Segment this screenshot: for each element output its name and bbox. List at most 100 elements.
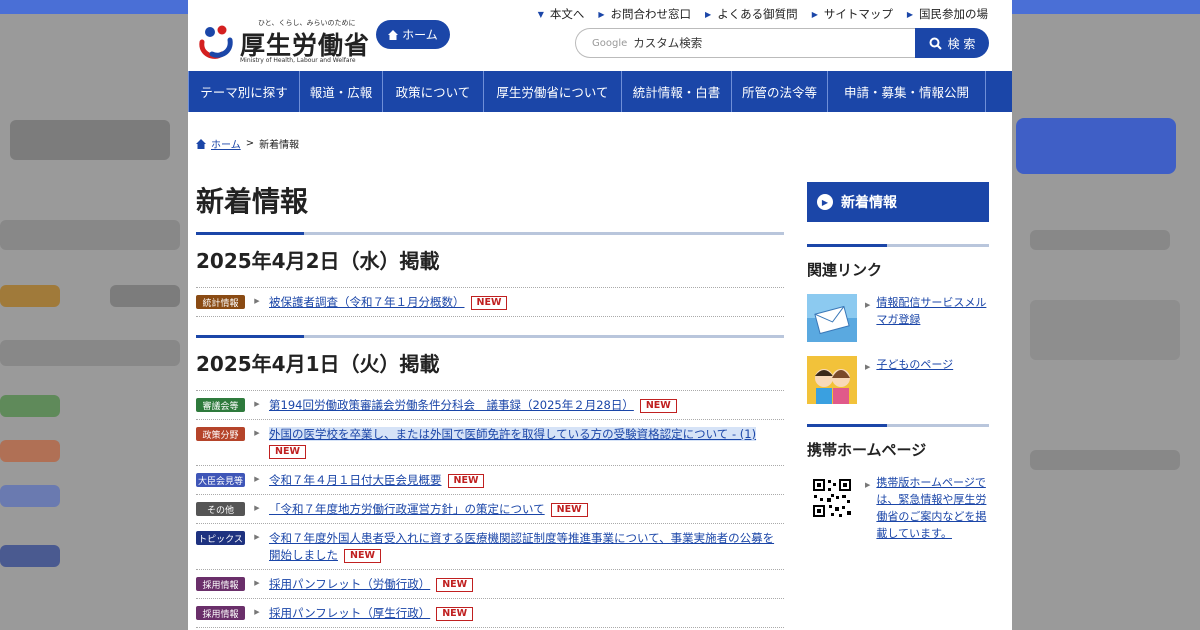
triangle-right-icon: ▶ — [254, 400, 260, 408]
utility-link-sitemap[interactable]: ▶ サイトマップ — [812, 6, 893, 22]
triangle-right-icon: ▶ — [865, 363, 871, 371]
category-badge: トピックス — [196, 531, 245, 545]
news-item: 審議会等 ▶ 第194回労働政策審議会労働条件分科会 議事録（2025年２月28… — [196, 391, 784, 420]
breadcrumb: ホーム > 新着情報 — [196, 136, 299, 151]
search-input-value: カスタム検索 — [633, 36, 703, 50]
mobile-site-text[interactable]: 携帯版ホームページでは、緊急情報や厚生労働省のご案内などを掲載しています。 — [876, 474, 989, 542]
sidebar-current-section[interactable]: ▶ 新着情報 — [807, 182, 989, 222]
triangle-right-icon: ▶ — [865, 481, 871, 489]
news-link[interactable]: 第194回労働政策審議会労働条件分科会 議事録（2025年２月28日） — [269, 398, 634, 412]
page: ひと、くらし、みらいのために 厚生労働省 Ministry of Health,… — [188, 0, 1012, 630]
category-badge: 採用情報 — [196, 606, 245, 620]
triangle-right-icon: ▶ — [811, 9, 818, 19]
search-button-label: 検 索 — [947, 36, 976, 51]
triangle-right-icon: ▶ — [254, 533, 260, 541]
related-link-kids: ▶ 子どものページ — [807, 356, 989, 404]
house-icon — [388, 29, 399, 40]
triangle-right-icon: ▶ — [705, 9, 712, 19]
nav-item-press[interactable]: 報道・広報 — [300, 71, 383, 112]
search-input[interactable]: Google カスタム検索 — [575, 28, 915, 58]
news-item: 政策分野 ▶ 外国の医学校を卒業し、または外国で医師免許を取得している方の受験資… — [196, 420, 784, 466]
nav-item-themes[interactable]: テーマ別に探す — [188, 71, 300, 112]
mobile-site-link: ▶ 携帯版ホームページでは、緊急情報や厚生労働省のご案内などを掲載しています。 — [807, 474, 989, 542]
news-link[interactable]: 「令和７年度地方労働行政運営方針」の策定について — [269, 502, 545, 516]
new-badge: NEW — [436, 607, 474, 621]
nav-item-laws[interactable]: 所管の法令等 — [732, 71, 828, 112]
triangle-right-icon: ▶ — [254, 297, 260, 305]
news-item: その他 ▶ 「令和７年度地方労働行政運営方針」の策定について NEW — [196, 495, 784, 524]
new-badge: NEW — [269, 445, 306, 459]
news-list: 審議会等 ▶ 第194回労働政策審議会労働条件分科会 議事録（2025年２月28… — [196, 390, 784, 628]
related-links-heading: 関連リンク — [807, 244, 989, 280]
nav-item-applications[interactable]: 申請・募集・情報公開 — [828, 71, 986, 112]
triangle-right-icon: ▶ — [906, 9, 913, 19]
page-title: 新着情報 — [196, 185, 309, 218]
triangle-right-icon: ▶ — [598, 9, 605, 19]
triangle-right-icon: ▶ — [865, 301, 871, 309]
nav-item-policy[interactable]: 政策について — [383, 71, 484, 112]
utility-links: ▼ 本文へ ▶ お問合わせ窓口 ▶ よくある御質問 ▶ サイトマップ ▶ 国民参加の場 — [538, 6, 988, 22]
news-link[interactable]: 外国の医学校を卒業し、または外国で医師免許を取得している方の受験資格認定について… — [269, 427, 757, 441]
utility-link-skip[interactable]: ▼ 本文へ — [538, 6, 585, 22]
qr-code-icon — [807, 474, 857, 522]
logo-english-name: Ministry of Health, Labour and Welfare — [240, 57, 356, 64]
news-list: 統計情報 ▶ 被保護者調査（令和７年１月分概数） NEW — [196, 287, 784, 317]
google-brand: Google — [592, 37, 628, 49]
new-badge: NEW — [550, 503, 588, 517]
mobile-site-heading: 携帯ホームページ — [807, 424, 989, 460]
new-badge: NEW — [436, 578, 474, 592]
related-link-mailmag: ▶ 情報配信サービスメルマガ登録 — [807, 294, 989, 342]
sidebar-current-label: 新着情報 — [841, 195, 897, 211]
related-link-mailmag-text[interactable]: 情報配信サービスメルマガ登録 — [876, 294, 989, 328]
utility-link-contact[interactable]: ▶ お問合わせ窓口 — [598, 6, 691, 22]
news-link[interactable]: 採用パンフレット（厚生行政） — [269, 606, 430, 620]
news-item: トピックス ▶ 令和７年度外国人患者受入れに資する医療機関認証制度等推進事業につ… — [196, 524, 784, 570]
utility-link-faq[interactable]: ▶ よくある御質問 — [705, 6, 798, 22]
news-item: 統計情報 ▶ 被保護者調査（令和７年１月分概数） NEW — [196, 288, 784, 317]
search-form: Google カスタム検索 検 索 — [575, 28, 989, 58]
related-link-kids-text[interactable]: 子どものページ — [876, 356, 953, 376]
site-header: ひと、くらし、みらいのために 厚生労働省 Ministry of Health,… — [188, 0, 1012, 71]
search-button[interactable]: 検 索 — [915, 28, 989, 58]
news-link[interactable]: 採用パンフレット（労働行政） — [269, 577, 430, 591]
news-item: 採用情報 ▶ 採用パンフレット（厚生行政） NEW — [196, 599, 784, 628]
category-badge: 採用情報 — [196, 577, 245, 591]
play-icon: ▶ — [817, 194, 833, 210]
main-content: 新着情報 2025年4月2日（水）掲載 統計情報 ▶ 被保護者調査（令和７年１月… — [196, 160, 784, 628]
home-button[interactable]: ホーム — [376, 20, 450, 49]
breadcrumb-home-link[interactable]: ホーム — [211, 136, 241, 151]
utility-link-participation[interactable]: ▶ 国民参加の場 — [907, 6, 988, 22]
new-badge: NEW — [470, 296, 508, 310]
triangle-right-icon: ▶ — [254, 504, 260, 512]
category-badge: 政策分野 — [196, 427, 245, 441]
sidebar: ▶ 新着情報 関連リンク ▶ 情報配信サービスメルマガ登録 ▶ 子どものページ … — [807, 182, 989, 542]
new-badge: NEW — [447, 474, 485, 488]
nav-item-statistics[interactable]: 統計情報・白書 — [622, 71, 732, 112]
breadcrumb-current: 新着情報 — [259, 140, 300, 151]
category-badge: 統計情報 — [196, 295, 245, 309]
news-item: 採用情報 ▶ 採用パンフレット（労働行政） NEW — [196, 570, 784, 599]
triangle-right-icon: ▶ — [254, 608, 260, 616]
breadcrumb-separator: > — [245, 138, 255, 149]
category-badge: 審議会等 — [196, 398, 245, 412]
site-logo[interactable]: ひと、くらし、みらいのために 厚生労働省 Ministry of Health,… — [196, 16, 369, 66]
date-heading: 2025年4月2日（水）掲載 — [196, 232, 784, 287]
global-nav: テーマ別に探す 報道・広報 政策について 厚生労働省について 統計情報・白書 所… — [188, 71, 1012, 112]
new-badge: NEW — [344, 549, 381, 563]
triangle-right-icon: ▶ — [254, 475, 260, 483]
search-icon — [929, 37, 942, 50]
triangle-down-icon: ▼ — [537, 9, 544, 19]
category-badge: その他 — [196, 502, 245, 516]
news-link[interactable]: 被保護者調査（令和７年１月分概数） — [269, 295, 465, 309]
news-item: 大臣会見等 ▶ 令和７年４月１日付大臣会見概要 NEW — [196, 466, 784, 495]
triangle-right-icon: ▶ — [254, 429, 260, 437]
triangle-right-icon: ▶ — [254, 579, 260, 587]
home-button-label: ホーム — [402, 28, 438, 42]
house-icon — [196, 138, 206, 149]
mail-envelope-icon — [807, 294, 857, 342]
children-illustration-icon — [807, 356, 857, 404]
category-badge: 大臣会見等 — [196, 473, 245, 487]
nav-item-about[interactable]: 厚生労働省について — [484, 71, 622, 112]
mhlw-logo-icon — [199, 25, 233, 59]
news-link[interactable]: 令和７年４月１日付大臣会見概要 — [269, 473, 442, 487]
